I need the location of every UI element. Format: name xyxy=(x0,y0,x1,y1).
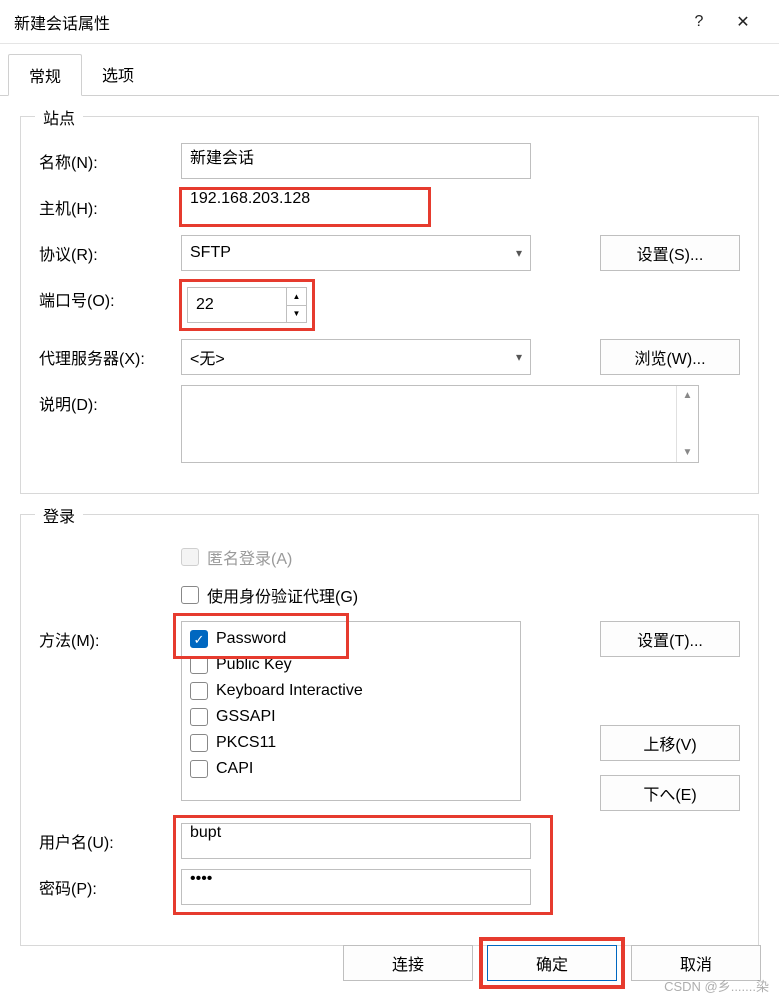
method-publickey[interactable]: Public Key xyxy=(184,654,518,676)
method-keyboard-checkbox[interactable] xyxy=(190,682,208,700)
pass-input[interactable]: •••• xyxy=(181,869,531,905)
spinner-down-icon[interactable]: ▼ xyxy=(287,306,306,323)
method-listbox[interactable]: Password Public Key Keyboard Interactive… xyxy=(181,621,521,801)
pass-label: 密码(P): xyxy=(39,869,169,899)
proxy-select[interactable]: <无> ▾ xyxy=(181,339,531,375)
desc-textarea[interactable]: ▲ ▼ xyxy=(181,385,699,463)
moveup-button[interactable]: 上移(V) xyxy=(600,725,740,761)
name-label: 名称(N): xyxy=(39,143,169,173)
method-gssapi[interactable]: GSSAPI xyxy=(184,706,518,728)
protocol-settings-button[interactable]: 设置(S)... xyxy=(600,235,740,271)
titlebar: 新建会话属性 ? ✕ xyxy=(0,0,779,44)
method-publickey-checkbox[interactable] xyxy=(190,656,208,674)
site-fieldset: 站点 名称(N): 新建会话 主机(H): 192.168.203.128 协议… xyxy=(20,116,759,494)
method-password-checkbox[interactable] xyxy=(190,630,208,648)
method-password[interactable]: Password xyxy=(184,628,518,650)
host-input[interactable]: 192.168.203.128 xyxy=(181,189,429,225)
host-label: 主机(H): xyxy=(39,189,169,219)
proxy-label: 代理服务器(X): xyxy=(39,339,169,369)
name-input[interactable]: 新建会话 xyxy=(181,143,531,179)
authagent-checkbox[interactable] xyxy=(181,586,199,604)
tab-options[interactable]: 选项 xyxy=(82,54,154,95)
site-legend: 站点 xyxy=(35,105,83,129)
login-fieldset: 登录 匿名登录(A) 使用身份验证代理(G) 方法(M): Password P… xyxy=(20,514,759,946)
method-capi[interactable]: CAPI xyxy=(184,758,518,780)
login-legend: 登录 xyxy=(35,503,83,527)
protocol-label: 协议(R): xyxy=(39,235,169,265)
dialog-footer: 连接 确定 取消 xyxy=(343,945,761,981)
ok-button[interactable]: 确定 xyxy=(487,945,617,981)
user-input[interactable]: bupt xyxy=(181,823,531,859)
port-spinner[interactable]: 22 ▲ ▼ xyxy=(187,287,307,323)
chevron-down-icon: ▾ xyxy=(516,246,522,260)
port-label: 端口号(O): xyxy=(39,281,169,311)
method-pkcs11-checkbox[interactable] xyxy=(190,734,208,752)
help-button[interactable]: ? xyxy=(677,13,721,31)
method-label: 方法(M): xyxy=(39,621,169,651)
method-keyboard[interactable]: Keyboard Interactive xyxy=(184,680,518,702)
window-title: 新建会话属性 xyxy=(14,10,677,34)
method-capi-checkbox[interactable] xyxy=(190,760,208,778)
scroll-up-icon[interactable]: ▲ xyxy=(683,390,693,401)
proxy-browse-button[interactable]: 浏览(W)... xyxy=(600,339,740,375)
close-button[interactable]: ✕ xyxy=(721,12,765,32)
scrollbar[interactable]: ▲ ▼ xyxy=(676,386,698,462)
spinner-up-icon[interactable]: ▲ xyxy=(287,288,306,306)
authagent-checkbox-row[interactable]: 使用身份验证代理(G) xyxy=(181,583,358,607)
tab-bar: 常规 选项 xyxy=(0,44,779,96)
tab-general[interactable]: 常规 xyxy=(8,54,82,96)
method-pkcs11[interactable]: PKCS11 xyxy=(184,732,518,754)
method-gssapi-checkbox[interactable] xyxy=(190,708,208,726)
cancel-button[interactable]: 取消 xyxy=(631,945,761,981)
anon-checkbox-row: 匿名登录(A) xyxy=(181,545,292,569)
anon-checkbox xyxy=(181,548,199,566)
connect-button[interactable]: 连接 xyxy=(343,945,473,981)
desc-label: 说明(D): xyxy=(39,385,169,415)
user-label: 用户名(U): xyxy=(39,823,169,853)
chevron-down-icon: ▾ xyxy=(516,350,522,364)
scroll-down-icon[interactable]: ▼ xyxy=(683,447,693,458)
method-settings-button[interactable]: 设置(T)... xyxy=(600,621,740,657)
protocol-select[interactable]: SFTP ▾ xyxy=(181,235,531,271)
movedown-button[interactable]: 下へ(E) xyxy=(600,775,740,811)
